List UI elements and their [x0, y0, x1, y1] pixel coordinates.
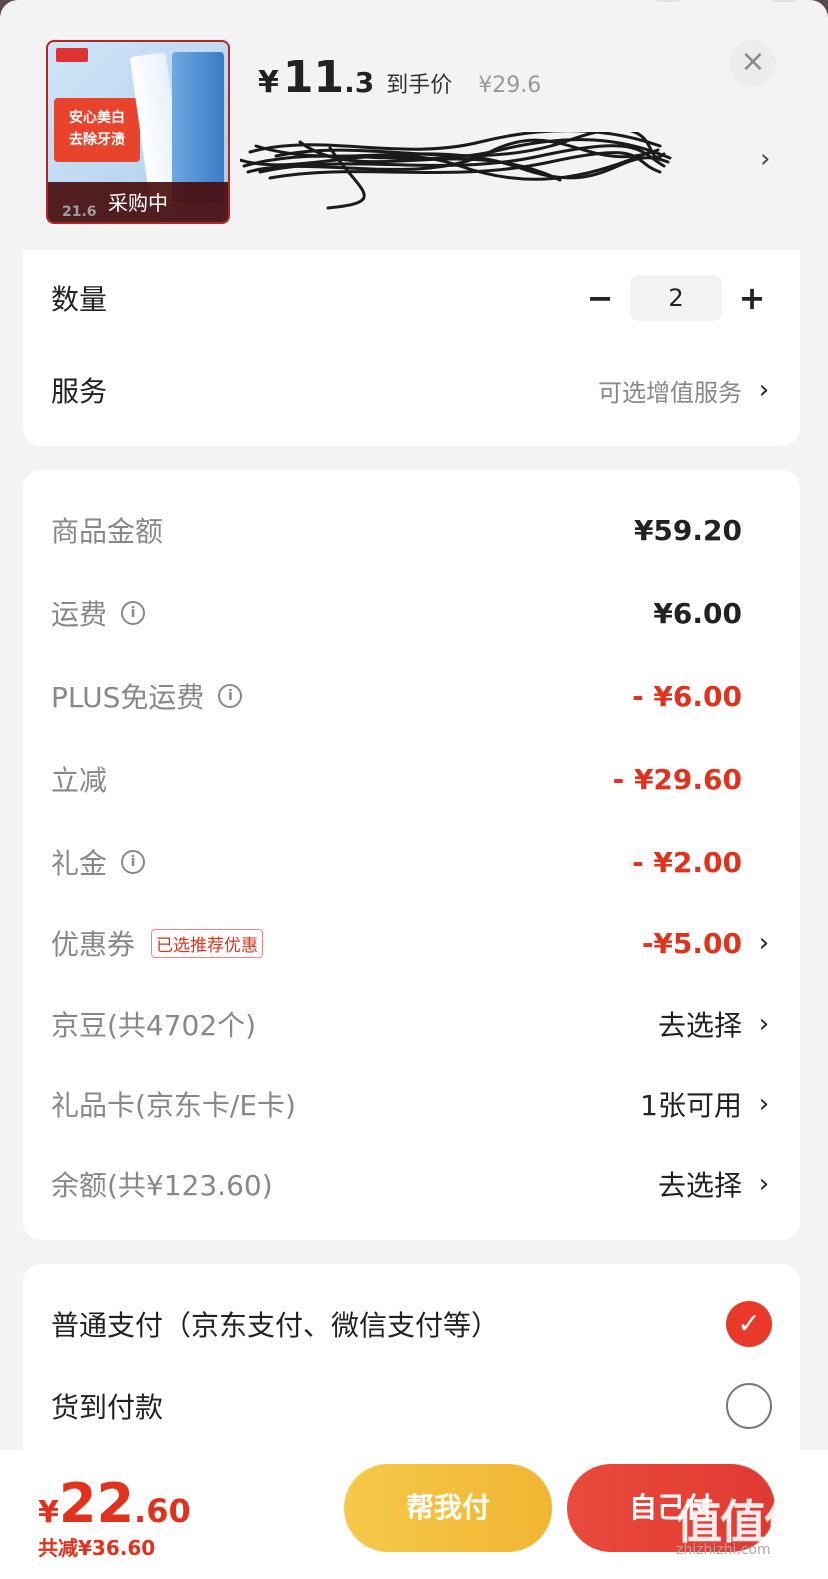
price-label: 到手价 — [386, 73, 453, 98]
summary-row-plus-free-shipping: PLUS免运费 i - ¥6.00 — [51, 666, 772, 726]
summary-label: 京豆(共4702个) — [51, 1009, 257, 1042]
payment-label: 货到付款 — [51, 1391, 164, 1424]
price-currency: ¥ — [258, 65, 279, 100]
summary-label: PLUS免运费 — [51, 681, 205, 714]
summary-label: 立减 — [51, 764, 108, 797]
total-decimal: .60 — [134, 1492, 191, 1530]
final-price: ¥ 11 .3 到手价 ¥29.6 — [258, 52, 541, 112]
summary-row-goods: 商品金额 ¥59.20 — [51, 500, 772, 560]
summary-label: 礼品卡(京东卡/E卡) — [51, 1089, 296, 1122]
service-row[interactable]: 服务 可选增值服务 › — [51, 360, 772, 420]
product-thumbnail[interactable]: 安心美白 去除牙渍 21.6 采购中 — [46, 40, 230, 224]
redaction-scribble-icon — [240, 132, 672, 210]
summary-value: ¥59.20 — [633, 513, 742, 547]
summary-row-gift-card[interactable]: 礼品卡(京东卡/E卡) 1张可用 › — [51, 1074, 772, 1134]
price-summary-card: 商品金额 ¥59.20 运费 i ¥6.00 PLUS免运费 i - ¥6.00… — [23, 470, 800, 1240]
info-icon[interactable]: i — [218, 684, 243, 708]
total-saved: 共减¥36.60 — [38, 1536, 156, 1560]
close-button[interactable]: × — [730, 40, 776, 86]
info-icon[interactable]: i — [121, 601, 146, 625]
summary-value: - ¥29.60 — [612, 762, 742, 796]
chevron-right-icon: › — [758, 1009, 770, 1039]
service-label: 服务 — [51, 375, 108, 408]
payment-option-cod[interactable]: 货到付款 — [51, 1376, 772, 1436]
summary-value: 去选择 — [657, 1009, 742, 1042]
summary-value: - ¥6.00 — [632, 679, 742, 713]
summary-row-gift-money: 礼金 i - ¥2.00 — [51, 832, 772, 892]
coupon-tag: 已选推荐优惠 — [151, 928, 264, 958]
quantity-stepper: − 2 + — [580, 275, 772, 321]
spec-selector-row[interactable]: › — [240, 132, 780, 210]
original-price: ¥29.6 — [478, 73, 542, 98]
product-header: 安心美白 去除牙渍 21.6 采购中 ¥ 11 .3 到手价 ¥29.6 × › — [0, 0, 828, 250]
purchasing-overlay: 采购中 — [48, 182, 228, 222]
check-circle-icon[interactable]: ✓ — [726, 1301, 772, 1347]
toothpaste-box-icon — [172, 52, 224, 202]
quantity-minus-button[interactable]: − — [580, 278, 620, 318]
thumb-promo-line2: 去除牙渍 — [69, 132, 125, 148]
summary-label: 优惠券 — [51, 928, 136, 961]
total-currency: ¥ — [38, 1495, 59, 1530]
payment-option-normal[interactable]: 普通支付（京东支付、微信支付等） ✓ — [51, 1294, 772, 1354]
summary-value: ¥6.00 — [653, 596, 742, 630]
brand-badge-icon — [56, 48, 88, 62]
chevron-right-icon: › — [758, 1169, 770, 1199]
options-card: 数量 − 2 + 服务 可选增值服务 › — [23, 250, 800, 446]
chevron-right-icon: › — [758, 375, 770, 405]
watermark-domain: zhizhizhi.com — [676, 1542, 771, 1558]
price-decimal: .3 — [344, 66, 375, 99]
summary-row-coupon[interactable]: 优惠券 已选推荐优惠 -¥5.00 › — [51, 913, 772, 973]
summary-row-instant-discount: 立减 - ¥29.60 — [51, 749, 772, 809]
summary-value: 1张可用 — [640, 1089, 742, 1122]
order-sheet: 安心美白 去除牙渍 21.6 采购中 ¥ 11 .3 到手价 ¥29.6 × ›… — [0, 0, 828, 1579]
total-integer: 22 — [58, 1472, 135, 1535]
service-value: 可选增值服务 — [598, 378, 742, 407]
checkout-bar: ¥ 22 .60 共减¥36.60 帮我付 自己付 值值值 zhizhizhi.… — [0, 1450, 828, 1579]
payment-label: 普通支付（京东支付、微信支付等） — [51, 1309, 500, 1342]
summary-label: 商品金额 — [51, 515, 164, 548]
quantity-plus-button[interactable]: + — [732, 278, 772, 318]
summary-value: -¥5.00 — [641, 926, 742, 960]
summary-row-shipping: 运费 i ¥6.00 — [51, 583, 772, 643]
summary-label: 余额(共¥123.60) — [51, 1169, 273, 1202]
total-price: ¥ 22 .60 — [38, 1472, 191, 1535]
chevron-right-icon: › — [758, 1089, 770, 1119]
payment-card: 普通支付（京东支付、微信支付等） ✓ 货到付款 — [23, 1264, 800, 1464]
summary-label: 运费 — [51, 598, 108, 631]
quantity-row: 数量 − 2 + — [51, 268, 772, 328]
summary-label: 礼金 — [51, 847, 108, 880]
chevron-right-icon: › — [760, 144, 771, 174]
radio-empty-icon[interactable] — [726, 1383, 772, 1429]
summary-row-jingdou[interactable]: 京豆(共4702个) 去选择 › — [51, 994, 772, 1054]
thumb-promo-line1: 安心美白 — [69, 110, 125, 126]
summary-value: - ¥2.00 — [632, 845, 742, 879]
watermark-logo: 值值值 zhizhizhi.com — [676, 1486, 814, 1570]
help-pay-button[interactable]: 帮我付 — [344, 1464, 552, 1552]
quantity-label: 数量 — [51, 283, 108, 316]
quantity-input[interactable]: 2 — [630, 275, 722, 321]
chevron-right-icon: › — [758, 928, 770, 958]
summary-row-balance[interactable]: 余额(共¥123.60) 去选择 › — [51, 1154, 772, 1214]
summary-value: 去选择 — [657, 1169, 742, 1202]
info-icon[interactable]: i — [121, 850, 146, 874]
thumb-promo: 安心美白 去除牙渍 — [54, 98, 140, 162]
price-integer: 11 — [282, 52, 345, 103]
